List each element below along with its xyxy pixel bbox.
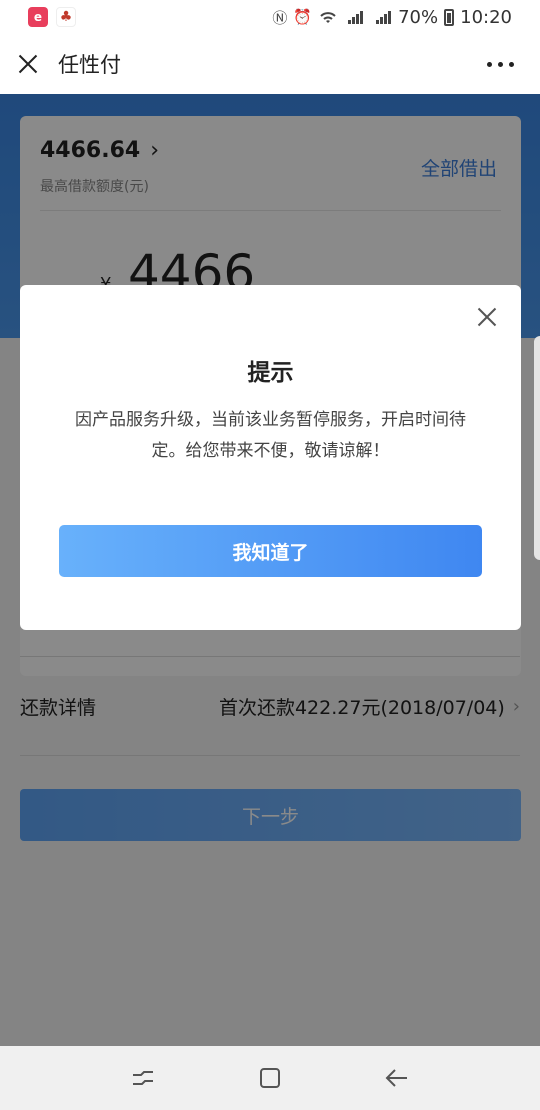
dialog-message: 因产品服务升级，当前该业务暂停服务，开启时间待定。给您带来不便，敬请谅解！ [75, 410, 466, 461]
notice-dialog: 提示 因产品服务升级，当前该业务暂停服务，开启时间待定。给您带来不便，敬请谅解！… [20, 285, 521, 630]
back-icon[interactable] [385, 1066, 409, 1090]
wifi-icon [320, 12, 336, 23]
dialog-confirm-button[interactable]: 我知道了 [59, 525, 482, 577]
close-icon[interactable] [16, 52, 40, 76]
app-notification-icon: e [28, 7, 48, 27]
clock: 10:20 [460, 6, 512, 28]
status-bar: e ♣ Ⓝ ⏰ 70% 10:20 [0, 0, 540, 34]
navigation-bar [0, 1046, 540, 1110]
edge-panel-handle[interactable] [534, 336, 540, 560]
title-bar: 任性付 [0, 34, 540, 94]
dialog-title: 提示 [247, 360, 294, 386]
home-icon[interactable] [258, 1066, 282, 1090]
page-title: 任性付 [58, 53, 121, 77]
recent-apps-icon[interactable] [131, 1066, 155, 1090]
battery-icon [444, 8, 455, 26]
alarm-icon: ⏰ [293, 8, 313, 26]
more-options-icon[interactable] [487, 61, 524, 67]
signal-4g-icon [348, 11, 364, 24]
battery-percent: 70% [398, 6, 439, 28]
dialog-close-icon[interactable] [477, 307, 497, 327]
nfc-icon: Ⓝ [272, 8, 288, 27]
app-notification-icon-2: ♣ [56, 7, 76, 27]
signal-2g-icon [376, 11, 392, 24]
